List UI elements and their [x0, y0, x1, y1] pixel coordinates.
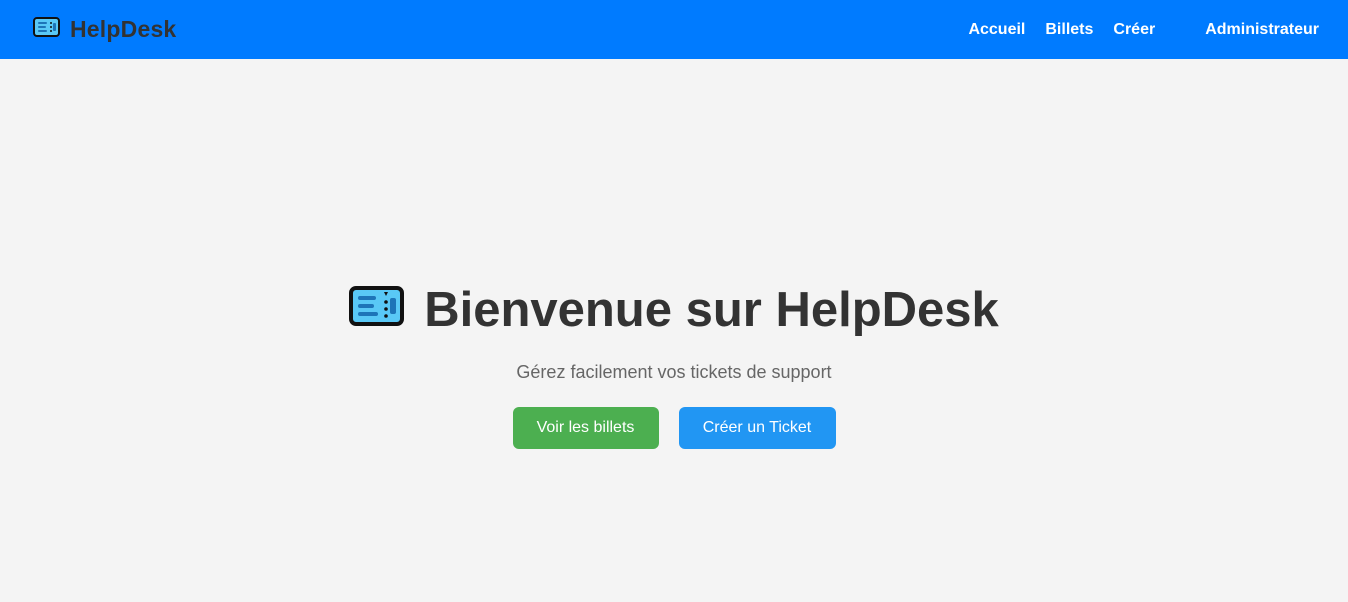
hero-section: Bienvenue sur HelpDesk Gérez facilement … [0, 59, 1348, 602]
brand-name: HelpDesk [70, 16, 177, 42]
brand-link[interactable]: HelpDesk [33, 16, 176, 43]
hero-title-text: Bienvenue sur HelpDesk [424, 283, 999, 337]
nav-link-administrateur[interactable]: Administrateur [1205, 21, 1319, 39]
hero-actions: Voir les billets Créer un Ticket [512, 407, 836, 449]
main-navigation: Accueil Billets Créer Administrateur [948, 21, 1319, 39]
ticket-icon [33, 17, 60, 42]
top-navbar: HelpDesk Accueil Billets Créer Administr… [0, 0, 1348, 59]
nav-link-billets[interactable]: Billets [1045, 21, 1093, 39]
hero-title: Bienvenue sur HelpDesk [349, 282, 999, 338]
nav-link-creer[interactable]: Créer [1113, 21, 1155, 39]
ticket-icon [349, 282, 405, 338]
view-tickets-button[interactable]: Voir les billets [512, 407, 659, 449]
hero-subtitle: Gérez facilement vos tickets de support [516, 362, 832, 382]
create-ticket-button[interactable]: Créer un Ticket [678, 407, 836, 449]
nav-link-accueil[interactable]: Accueil [968, 21, 1025, 39]
